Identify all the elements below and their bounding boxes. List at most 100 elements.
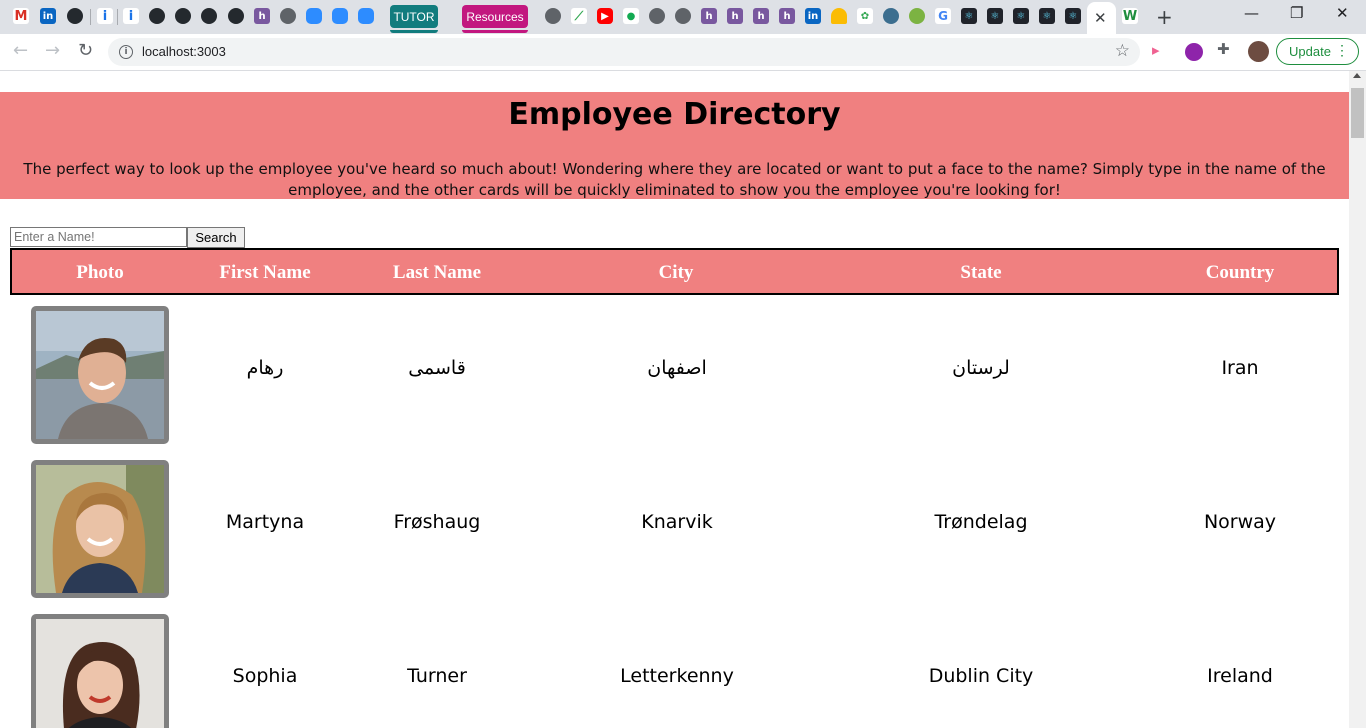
employee-photo	[31, 306, 169, 444]
github-tab-icon-2[interactable]	[149, 8, 165, 24]
last-name-cell: Frøshaug	[393, 511, 481, 533]
update-button[interactable]: Update ⋮	[1276, 38, 1359, 65]
scrollbar-thumb[interactable]	[1351, 88, 1364, 138]
info-tab-icon-2[interactable]: i	[123, 8, 139, 24]
table-row: رهام قاسمی اصفهان لرستان Iran	[10, 295, 1339, 449]
last-name-cell: قاسمی	[408, 357, 466, 379]
heroku-tab-icon-5[interactable]: h	[779, 8, 795, 24]
page-title: Employee Directory	[508, 97, 841, 132]
github-tab-icon-4[interactable]	[201, 8, 217, 24]
browser-toolbar: ← → ↻ i localhost:3003 ☆ ▸ ✚ Update ⋮	[0, 34, 1366, 71]
table-row: Martyna Frøshaug Knarvik Trøndelag Norwa…	[10, 449, 1339, 603]
first-name-cell: Martyna	[225, 511, 305, 533]
new-tab-icon[interactable]: +	[1156, 5, 1173, 29]
vertical-scrollbar[interactable]	[1349, 71, 1366, 728]
linkedin-tab-icon[interactable]: in	[40, 8, 56, 24]
extension-arrow-icon[interactable]: ▸	[1152, 41, 1170, 59]
sphere-tab-icon[interactable]	[883, 8, 899, 24]
extensions-puzzle-icon[interactable]: ✚	[1217, 40, 1235, 58]
react-tab-icon-3[interactable]: ⚛	[1013, 8, 1029, 24]
profile-avatar[interactable]	[1248, 41, 1269, 62]
google-tab-icon[interactable]: G	[935, 8, 951, 24]
react-tab-icon[interactable]: ⚛	[961, 8, 977, 24]
page-content: Employee Directory The perfect way to lo…	[0, 71, 1349, 728]
heroku-tab-icon[interactable]: h	[254, 8, 270, 24]
scroll-up-arrow-icon[interactable]	[1353, 73, 1361, 78]
react-tab-icon-2[interactable]: ⚛	[987, 8, 1003, 24]
globe-tab-icon[interactable]	[280, 8, 296, 24]
country-cell: Ireland	[1207, 665, 1273, 687]
sprout-tab-icon[interactable]: ✿	[857, 8, 873, 24]
search-button[interactable]: Search	[187, 227, 245, 248]
header-photo[interactable]: Photo	[76, 262, 124, 284]
table-header: Photo First Name Last Name City State Co…	[10, 248, 1339, 295]
menu-dots-icon[interactable]: ⋮	[1335, 42, 1349, 59]
android-tab-icon[interactable]	[909, 8, 925, 24]
address-bar[interactable]: i localhost:3003 ☆	[108, 38, 1140, 66]
zoom-tab-icon-2[interactable]	[332, 8, 348, 24]
first-name-cell: Sophia	[232, 665, 298, 687]
github-tab-icon-3[interactable]	[175, 8, 191, 24]
update-label: Update	[1289, 44, 1331, 59]
globe-tab-icon-2[interactable]	[545, 8, 561, 24]
country-cell: Norway	[1203, 511, 1277, 533]
url-text[interactable]: localhost:3003	[142, 44, 226, 59]
close-window-icon[interactable]: ✕	[1336, 4, 1349, 22]
linkedin-tab-icon-2[interactable]: in	[805, 8, 821, 24]
header-country[interactable]: Country	[1206, 262, 1275, 284]
github-tab-icon-5[interactable]	[228, 8, 244, 24]
state-cell: لرستان	[952, 357, 1010, 379]
globe-tab-icon-3[interactable]	[649, 8, 665, 24]
tab-strip: M in i i h TUTOR Resources ⟋ ▶ ● h h h h…	[0, 0, 1366, 34]
zoom-tab-icon-3[interactable]	[358, 8, 374, 24]
close-tab-icon[interactable]: ✕	[1094, 9, 1107, 27]
employee-photo	[31, 460, 169, 598]
react-tab-icon-5[interactable]: ⚛	[1065, 8, 1081, 24]
header-city[interactable]: City	[659, 262, 694, 284]
header-last-name[interactable]: Last Name	[393, 262, 481, 284]
employee-photo	[31, 614, 169, 728]
state-cell: Trøndelag	[934, 511, 1028, 533]
info-tab-icon[interactable]: i	[97, 8, 113, 24]
tab-tutor[interactable]: TUTOR	[390, 5, 438, 33]
gmail-tab-icon[interactable]: M	[13, 8, 29, 24]
bookmark-star-icon[interactable]: ☆	[1115, 41, 1130, 61]
city-cell: Letterkenny	[620, 665, 734, 687]
header-banner: Employee Directory The perfect way to lo…	[0, 92, 1349, 199]
last-name-cell: Turner	[407, 665, 467, 687]
employee-photo-image	[36, 311, 164, 439]
globe-tab-icon-4[interactable]	[675, 8, 691, 24]
split-tab-icon[interactable]: ⟋	[571, 8, 587, 24]
heroku-tab-icon-4[interactable]: h	[753, 8, 769, 24]
city-cell: Knarvik	[641, 511, 713, 533]
youtube-tab-icon[interactable]: ▶	[597, 8, 613, 24]
city-cell: اصفهان	[647, 357, 707, 379]
site-info-icon[interactable]: i	[119, 45, 133, 59]
employee-photo-image-3	[36, 619, 164, 728]
employee-photo-image-2	[36, 465, 164, 593]
minimize-icon[interactable]: —	[1244, 4, 1259, 22]
tab-tutor-label: TUTOR	[393, 9, 435, 24]
state-cell: Dublin City	[928, 665, 1034, 687]
search-input[interactable]	[10, 227, 187, 247]
react-tab-icon-4[interactable]: ⚛	[1039, 8, 1055, 24]
header-state[interactable]: State	[960, 262, 1001, 284]
page-description: The perfect way to look up the employee …	[23, 160, 1326, 199]
table-row: Sophia Turner Letterkenny Dublin City Ir…	[10, 603, 1339, 728]
back-arrow-icon[interactable]: ←	[13, 40, 28, 61]
rainbow-tab-icon[interactable]	[831, 8, 847, 24]
mongodb-tab-icon[interactable]: ●	[623, 8, 639, 24]
w-tab-icon[interactable]: W	[1122, 8, 1138, 24]
restore-icon[interactable]: ❐	[1290, 4, 1303, 22]
tab-resources[interactable]: Resources	[462, 5, 528, 33]
reload-icon[interactable]: ↻	[78, 40, 93, 61]
forward-arrow-icon[interactable]: →	[45, 40, 60, 61]
header-first-name[interactable]: First Name	[219, 262, 310, 284]
github-tab-icon[interactable]	[67, 8, 83, 24]
first-name-cell: رهام	[246, 357, 284, 379]
extension-purple-icon[interactable]	[1185, 43, 1203, 61]
country-cell: Iran	[1221, 357, 1259, 379]
heroku-tab-icon-2[interactable]: h	[701, 8, 717, 24]
zoom-tab-icon[interactable]	[306, 8, 322, 24]
heroku-tab-icon-3[interactable]: h	[727, 8, 743, 24]
